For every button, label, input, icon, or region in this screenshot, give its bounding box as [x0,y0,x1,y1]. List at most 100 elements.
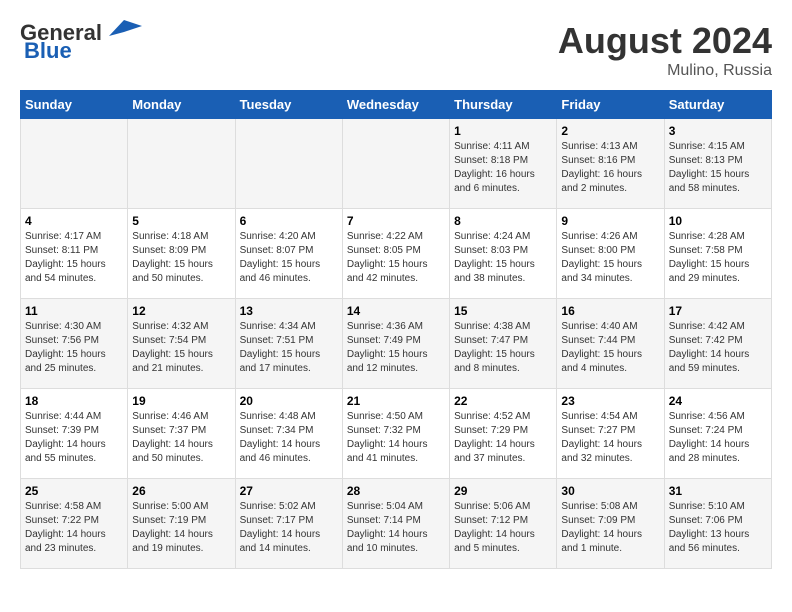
calendar-cell: 12Sunrise: 4:32 AM Sunset: 7:54 PM Dayli… [128,299,235,389]
day-info: Sunrise: 4:24 AM Sunset: 8:03 PM Dayligh… [454,230,552,286]
day-info: Sunrise: 4:44 AM Sunset: 7:39 PM Dayligh… [25,410,123,466]
week-row-3: 11 Sunrise: 4:30 AM Sunset: 7:56 PM Dayli… [21,299,772,389]
logo: General Blue [20,20,142,64]
day-info: Sunrise: 5:02 AM Sunset: 7:17 PM Dayligh… [240,500,338,556]
day-number: 16 [561,304,659,318]
calendar-cell: 23 Sunrise: 4:54 AM Sunset: 7:27 PM Dayli… [557,389,664,479]
calendar-cell: 28 Sunrise: 5:04 AM Sunset: 7:14 PM Dayli… [342,479,449,569]
header-saturday: Saturday [664,91,771,119]
day-number: 14 [347,304,445,318]
calendar-cell: 7 Sunrise: 4:22 AM Sunset: 8:05 PM Daylig… [342,209,449,299]
week-row-1: 1 Sunrise: 4:11 AM Sunset: 8:18 PM Daylig… [21,119,772,209]
day-info: Sunrise: 4:38 AM Sunset: 7:47 PM Dayligh… [454,320,552,376]
day-info: Sunrise: 5:00 AM Sunset: 7:19 PM Dayligh… [132,500,230,556]
calendar-cell: 1 Sunrise: 4:11 AM Sunset: 8:18 PM Daylig… [450,119,557,209]
day-info: Sunrise: 4:48 AM Sunset: 7:34 PM Dayligh… [240,410,338,466]
day-number: 4 [25,214,123,228]
day-info: Sunrise: 4:17 AM Sunset: 8:11 PM Dayligh… [25,230,123,286]
day-info: Sunrise: 4:28 AM Sunset: 7:58 PM Dayligh… [669,230,767,286]
day-info: Sunrise: 4:54 AM Sunset: 7:27 PM Dayligh… [561,410,659,466]
day-info: Sunrise: 4:36 AM Sunset: 7:49 PM Dayligh… [347,320,445,376]
day-info: Sunrise: 4:46 AM Sunset: 7:37 PM Dayligh… [132,410,230,466]
header-tuesday: Tuesday [235,91,342,119]
calendar-cell [21,119,128,209]
day-number: 27 [240,484,338,498]
calendar-cell: 18Sunrise: 4:44 AM Sunset: 7:39 PM Dayli… [21,389,128,479]
day-number: 17 [669,304,767,318]
day-number: 3 [669,124,767,138]
day-number: 2 [561,124,659,138]
calendar-cell: 26Sunrise: 5:00 AM Sunset: 7:19 PM Dayli… [128,479,235,569]
day-number: 10 [669,214,767,228]
day-info: Sunrise: 4:30 AM Sunset: 7:56 PM Dayligh… [25,320,123,376]
calendar-cell: 13Sunrise: 4:34 AM Sunset: 7:51 PM Dayli… [235,299,342,389]
calendar-cell: 30 Sunrise: 5:08 AM Sunset: 7:09 PM Dayli… [557,479,664,569]
day-info: Sunrise: 4:56 AM Sunset: 7:24 PM Dayligh… [669,410,767,466]
calendar-cell: 5Sunrise: 4:18 AM Sunset: 8:09 PM Daylig… [128,209,235,299]
day-number: 23 [561,394,659,408]
day-info: Sunrise: 4:34 AM Sunset: 7:51 PM Dayligh… [240,320,338,376]
day-info: Sunrise: 4:18 AM Sunset: 8:09 PM Dayligh… [132,230,230,286]
week-row-4: 18Sunrise: 4:44 AM Sunset: 7:39 PM Dayli… [21,389,772,479]
calendar-cell: 10 Sunrise: 4:28 AM Sunset: 7:58 PM Dayli… [664,209,771,299]
calendar-cell: 4 Sunrise: 4:17 AM Sunset: 8:11 PM Daylig… [21,209,128,299]
day-info: Sunrise: 4:11 AM Sunset: 8:18 PM Dayligh… [454,140,552,196]
day-number: 8 [454,214,552,228]
day-number: 15 [454,304,552,318]
calendar-cell [342,119,449,209]
calendar-cell: 3 Sunrise: 4:15 AM Sunset: 8:13 PM Daylig… [664,119,771,209]
day-number: 28 [347,484,445,498]
day-number: 1 [454,124,552,138]
day-number: 22 [454,394,552,408]
day-info: Sunrise: 4:22 AM Sunset: 8:05 PM Dayligh… [347,230,445,286]
day-number: 19 [132,394,230,408]
day-number: 9 [561,214,659,228]
day-info: Sunrise: 5:10 AM Sunset: 7:06 PM Dayligh… [669,500,767,556]
calendar-cell: 9 Sunrise: 4:26 AM Sunset: 8:00 PM Daylig… [557,209,664,299]
day-info: Sunrise: 4:50 AM Sunset: 7:32 PM Dayligh… [347,410,445,466]
header-sunday: Sunday [21,91,128,119]
page-header: General Blue August 2024 Mulino, Russia [20,20,772,80]
header-monday: Monday [128,91,235,119]
day-info: Sunrise: 5:06 AM Sunset: 7:12 PM Dayligh… [454,500,552,556]
main-title: August 2024 [558,20,772,62]
calendar-cell: 20 Sunrise: 4:48 AM Sunset: 7:34 PM Dayli… [235,389,342,479]
calendar-cell: 22Sunrise: 4:52 AM Sunset: 7:29 PM Dayli… [450,389,557,479]
calendar-cell: 11 Sunrise: 4:30 AM Sunset: 7:56 PM Dayli… [21,299,128,389]
day-number: 30 [561,484,659,498]
day-info: Sunrise: 4:58 AM Sunset: 7:22 PM Dayligh… [25,500,123,556]
day-info: Sunrise: 4:26 AM Sunset: 8:00 PM Dayligh… [561,230,659,286]
header-wednesday: Wednesday [342,91,449,119]
calendar-cell: 8 Sunrise: 4:24 AM Sunset: 8:03 PM Daylig… [450,209,557,299]
calendar-cell: 29Sunrise: 5:06 AM Sunset: 7:12 PM Dayli… [450,479,557,569]
calendar-cell: 16Sunrise: 4:40 AM Sunset: 7:44 PM Dayli… [557,299,664,389]
calendar-table: SundayMondayTuesdayWednesdayThursdayFrid… [20,90,772,569]
calendar-cell: 24 Sunrise: 4:56 AM Sunset: 7:24 PM Dayli… [664,389,771,479]
calendar-cell: 25 Sunrise: 4:58 AM Sunset: 7:22 PM Dayli… [21,479,128,569]
day-number: 12 [132,304,230,318]
week-row-2: 4 Sunrise: 4:17 AM Sunset: 8:11 PM Daylig… [21,209,772,299]
logo-bird-icon [104,18,142,38]
day-info: Sunrise: 4:15 AM Sunset: 8:13 PM Dayligh… [669,140,767,196]
calendar-header-row: SundayMondayTuesdayWednesdayThursdayFrid… [21,91,772,119]
day-number: 24 [669,394,767,408]
calendar-cell [235,119,342,209]
calendar-cell: 19 Sunrise: 4:46 AM Sunset: 7:37 PM Dayli… [128,389,235,479]
day-number: 31 [669,484,767,498]
calendar-cell: 17Sunrise: 4:42 AM Sunset: 7:42 PM Dayli… [664,299,771,389]
day-number: 20 [240,394,338,408]
day-number: 21 [347,394,445,408]
day-number: 7 [347,214,445,228]
calendar-cell: 31 Sunrise: 5:10 AM Sunset: 7:06 PM Dayli… [664,479,771,569]
day-info: Sunrise: 5:08 AM Sunset: 7:09 PM Dayligh… [561,500,659,556]
calendar-cell: 15 Sunrise: 4:38 AM Sunset: 7:47 PM Dayli… [450,299,557,389]
day-info: Sunrise: 5:04 AM Sunset: 7:14 PM Dayligh… [347,500,445,556]
day-number: 6 [240,214,338,228]
calendar-cell [128,119,235,209]
day-info: Sunrise: 4:13 AM Sunset: 8:16 PM Dayligh… [561,140,659,196]
day-number: 25 [25,484,123,498]
day-number: 11 [25,304,123,318]
logo-blue: Blue [24,38,72,64]
header-thursday: Thursday [450,91,557,119]
day-info: Sunrise: 4:20 AM Sunset: 8:07 PM Dayligh… [240,230,338,286]
